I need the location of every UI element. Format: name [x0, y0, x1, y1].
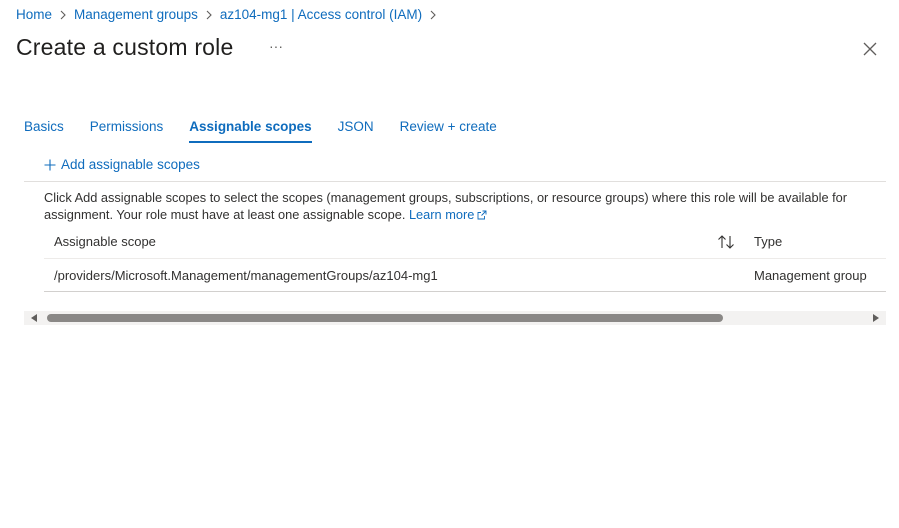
tab-basics[interactable]: Basics: [24, 119, 64, 143]
command-bar-divider: [24, 181, 886, 182]
scroll-left-arrow-icon[interactable]: [31, 314, 37, 322]
close-icon[interactable]: [860, 39, 880, 59]
horizontal-scrollbar[interactable]: [24, 311, 886, 325]
external-link-icon: [477, 210, 487, 220]
table-header: Assignable scope Type: [44, 225, 886, 259]
tab-review-create[interactable]: Review + create: [400, 119, 497, 143]
scrollbar-thumb[interactable]: [47, 314, 723, 322]
sort-icon[interactable]: [717, 234, 735, 250]
plus-icon: [44, 159, 56, 170]
scroll-right-arrow-icon[interactable]: [873, 314, 879, 322]
chevron-right-icon: [52, 7, 74, 22]
tab-bar: Basics Permissions Assignable scopes JSO…: [24, 119, 523, 143]
tab-permissions[interactable]: Permissions: [90, 119, 164, 143]
add-assignable-scopes-button[interactable]: Add assignable scopes: [44, 157, 200, 172]
breadcrumb-management-groups[interactable]: Management groups: [74, 7, 198, 22]
chevron-right-icon: [198, 7, 220, 22]
add-assignable-scopes-label: Add assignable scopes: [61, 157, 200, 172]
breadcrumb-home[interactable]: Home: [16, 7, 52, 22]
tab-assignable-scopes[interactable]: Assignable scopes: [189, 119, 312, 143]
breadcrumb: Home Management groups az104-mg1 | Acces…: [16, 7, 444, 22]
chevron-right-icon: [422, 7, 444, 22]
create-custom-role-page: Home Management groups az104-mg1 | Acces…: [0, 0, 899, 528]
learn-more-label: Learn more: [408, 207, 475, 222]
column-header-type[interactable]: Type: [754, 234, 782, 249]
scope-cell: /providers/Microsoft.Management/manageme…: [54, 268, 438, 283]
table-row[interactable]: /providers/Microsoft.Management/manageme…: [44, 259, 886, 292]
learn-more-link[interactable]: Learn more: [409, 207, 487, 222]
type-cell: Management group: [754, 268, 867, 283]
assignable-scopes-table: Assignable scope Type /providers/Microso…: [44, 225, 886, 292]
column-header-assignable-scope[interactable]: Assignable scope: [54, 234, 156, 249]
description-text: Click Add assignable scopes to select th…: [44, 189, 884, 223]
more-options-button[interactable]: ···: [266, 38, 286, 58]
tab-json[interactable]: JSON: [338, 119, 374, 143]
breadcrumb-access-control[interactable]: az104-mg1 | Access control (IAM): [220, 7, 422, 22]
page-title: Create a custom role: [16, 34, 234, 60]
